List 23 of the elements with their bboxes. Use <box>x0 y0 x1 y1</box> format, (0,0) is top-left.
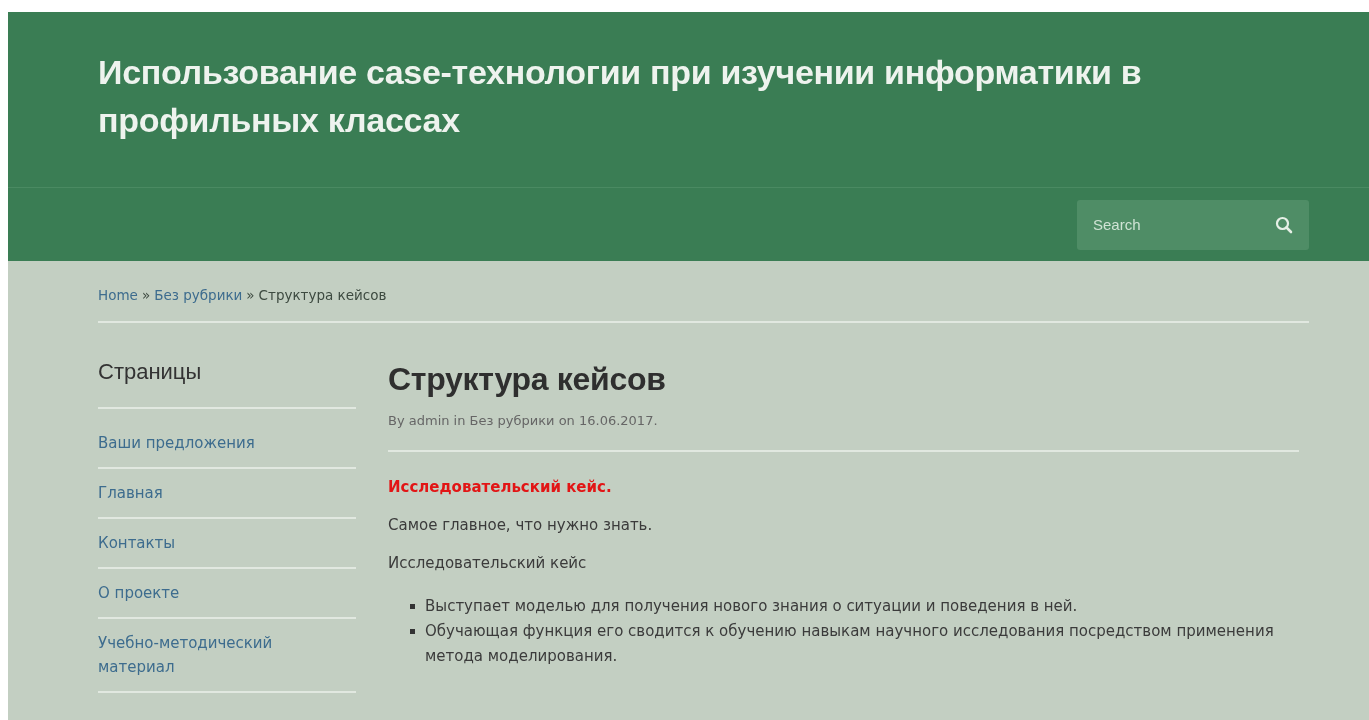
breadcrumb-current: Структура кейсов <box>258 287 387 303</box>
sidebar-link[interactable]: Учебно-методический материал <box>98 631 308 679</box>
section-heading: Исследовательский кейс. <box>388 478 613 496</box>
breadcrumb-link[interactable]: Home <box>98 287 138 303</box>
bullet-icon <box>410 629 415 634</box>
sidebar-link[interactable]: Ваши предложения <box>98 431 255 455</box>
paragraph: Исследовательский кейс <box>388 554 588 572</box>
post-meta: By admin in Без рубрики on 16.06.2017. <box>388 413 1299 452</box>
sidebar-link[interactable]: О проекте <box>98 581 180 605</box>
breadcrumb-separator: » <box>141 287 151 303</box>
sidebar-link[interactable]: Контакты <box>98 531 176 555</box>
search-icon[interactable] <box>1275 215 1293 234</box>
breadcrumb-separator: » <box>246 287 255 303</box>
list-item: Обучающая функция его сводится к обучению навыкам научного исследования посредством применения метода моделирования. <box>425 621 1275 667</box>
article-title: Структура кейсов <box>388 360 667 399</box>
search-field[interactable]: Search <box>1077 199 1309 250</box>
sidebar-title: Страницы <box>98 357 356 409</box>
bullet-icon <box>410 604 415 609</box>
sidebar-link[interactable]: Главная <box>98 481 163 505</box>
breadcrumb-link[interactable]: Без рубрики <box>154 287 243 303</box>
list-item: Выступает моделью для получения нового знания о ситуации и поведения в ней. <box>425 596 1078 617</box>
paragraph: Самое главное, что нужно знать. <box>388 516 654 534</box>
site-title: Использование case-технологии при изучении информатики в профильных классах <box>98 52 1143 141</box>
